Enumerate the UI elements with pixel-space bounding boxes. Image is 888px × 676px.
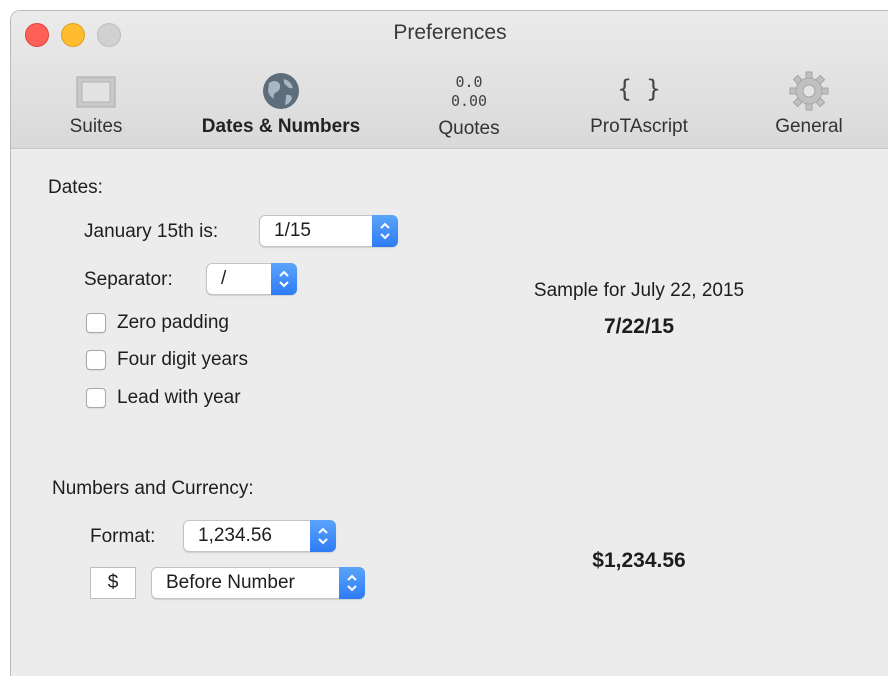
separator-popup[interactable]: / — [206, 263, 297, 295]
january-format-value: 1/15 — [274, 220, 311, 241]
globe-icon — [263, 73, 299, 109]
toolbar-item-dates-numbers[interactable]: Dates & Numbers — [181, 71, 381, 138]
window-title: Preferences — [393, 21, 507, 44]
braces-icon: { } — [617, 75, 661, 103]
chevron-up-down-icon — [339, 567, 365, 599]
separator-label: Separator: — [84, 269, 173, 290]
toolbar-label-protascript: ProTAscript — [590, 116, 688, 137]
toolbar-label-general: General — [775, 116, 843, 137]
chevron-up-down-icon — [310, 520, 336, 552]
zero-padding-label: Zero padding — [117, 312, 229, 333]
titlebar: Preferences Suites Dates & Numbers 0.0 0 — [11, 11, 888, 149]
date-sample-value: 7/22/15 — [603, 315, 675, 338]
four-digit-years-checkbox[interactable] — [86, 350, 106, 370]
separator-value: / — [221, 268, 227, 289]
toolbar-item-suites[interactable]: Suites — [51, 71, 141, 138]
quotes-icon: 0.0 0.00 — [429, 71, 509, 113]
gear-icon — [789, 71, 829, 111]
toolbar-label-suites: Suites — [69, 116, 123, 137]
suites-icon — [76, 76, 116, 108]
numbers-heading: Numbers and Currency: — [52, 478, 254, 499]
toolbar-label-dates-numbers: Dates & Numbers — [201, 116, 361, 137]
currency-position-popup[interactable]: Before Number — [151, 567, 365, 599]
toolbar-label-quotes: Quotes — [438, 118, 500, 139]
quotes-icon-line-2: 0.00 — [450, 92, 488, 110]
quotes-icon-line-1: 0.0 — [455, 73, 483, 91]
january-label: January 15th is: — [84, 221, 219, 242]
number-format-popup[interactable]: 1,234.56 — [183, 520, 336, 552]
lead-with-year-checkbox[interactable] — [86, 388, 106, 408]
dates-numbers-pane: Dates: January 15th is: 1/15 Separator: … — [11, 149, 888, 676]
dates-heading: Dates: — [48, 177, 103, 198]
chevron-up-down-icon — [271, 263, 297, 295]
zero-padding-checkbox[interactable] — [86, 313, 106, 333]
lead-with-year-label: Lead with year — [117, 387, 241, 408]
toolbar-item-general[interactable]: General — [759, 71, 859, 138]
number-format-value: 1,234.56 — [198, 525, 272, 546]
format-label: Format: — [90, 526, 156, 547]
toolbar-item-protascript[interactable]: { } ProTAscript — [569, 71, 709, 138]
currency-symbol-field[interactable]: $ — [90, 567, 136, 599]
four-digit-years-label: Four digit years — [117, 349, 248, 370]
chevron-up-down-icon — [372, 215, 398, 247]
toolbar-item-quotes[interactable]: 0.0 0.00 Quotes — [419, 71, 519, 140]
preferences-window: Preferences Suites Dates & Numbers 0.0 0 — [10, 10, 888, 676]
number-sample-value: $1,234.56 — [592, 549, 686, 572]
currency-position-value: Before Number — [166, 572, 295, 593]
date-sample-caption: Sample for July 22, 2015 — [533, 280, 745, 301]
january-format-popup[interactable]: 1/15 — [259, 215, 398, 247]
